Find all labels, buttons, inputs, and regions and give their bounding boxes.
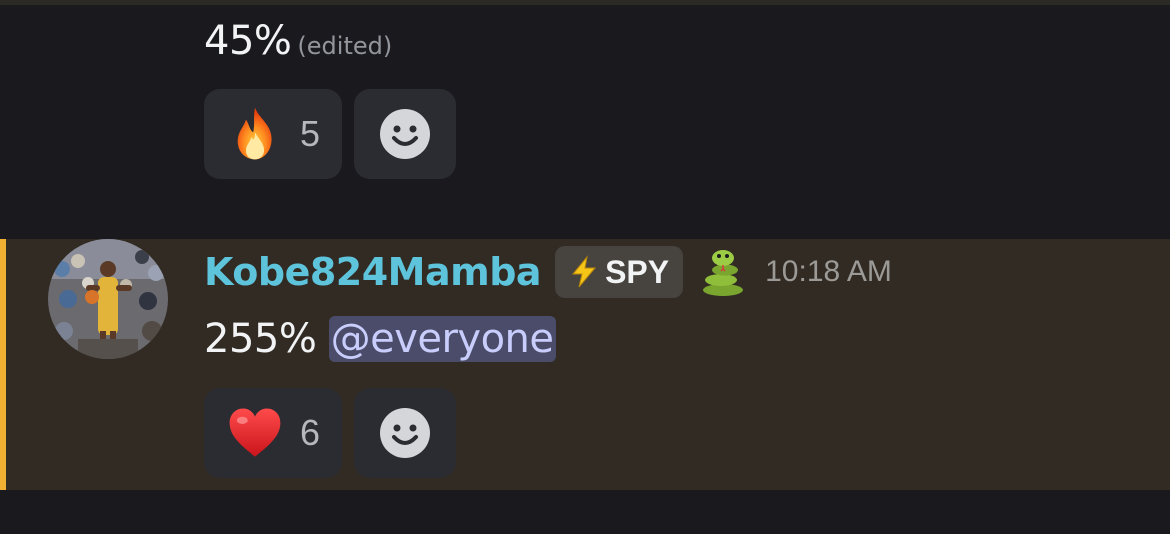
edited-label: (edited) (297, 32, 393, 60)
everyone-mention[interactable]: @everyone (328, 316, 556, 362)
add-reaction-icon (380, 408, 430, 458)
message-content: 255% @everyone (204, 311, 556, 367)
message-text: 45% (204, 18, 292, 64)
add-reaction-button[interactable] (354, 89, 456, 179)
snake-icon (703, 250, 744, 296)
reaction-count: 5 (300, 113, 321, 154)
timestamp: 10:18 AM (765, 255, 892, 288)
previous-message: 45% (edited) 5 (0, 5, 1170, 239)
reaction-fire[interactable]: 5 (204, 89, 342, 179)
reactions-bar: 6 (204, 388, 456, 478)
server-tag-label: SPY (605, 253, 670, 290)
username[interactable]: Kobe824Mamba (204, 250, 542, 294)
add-reaction-button[interactable] (354, 388, 456, 478)
heart-icon (229, 408, 281, 457)
avatar-image (48, 239, 168, 359)
message-content: 45% (edited) (204, 13, 392, 74)
message-header: Kobe824Mamba SPY 10:18 AM (204, 246, 892, 298)
fire-icon (237, 107, 272, 160)
add-reaction-icon (380, 109, 430, 159)
mention-highlight-bar (0, 239, 6, 490)
server-tag[interactable]: SPY (555, 246, 684, 298)
avatar[interactable] (48, 239, 168, 359)
reaction-count: 6 (300, 412, 321, 453)
message-text: 255% (204, 316, 317, 362)
lightning-icon (572, 255, 597, 288)
highlighted-message: Kobe824Mamba SPY 10:18 AM 255% @everyone (0, 239, 1170, 490)
reaction-heart[interactable]: 6 (204, 388, 342, 478)
reactions-bar: 5 (204, 89, 456, 179)
chat-background (0, 490, 1170, 534)
